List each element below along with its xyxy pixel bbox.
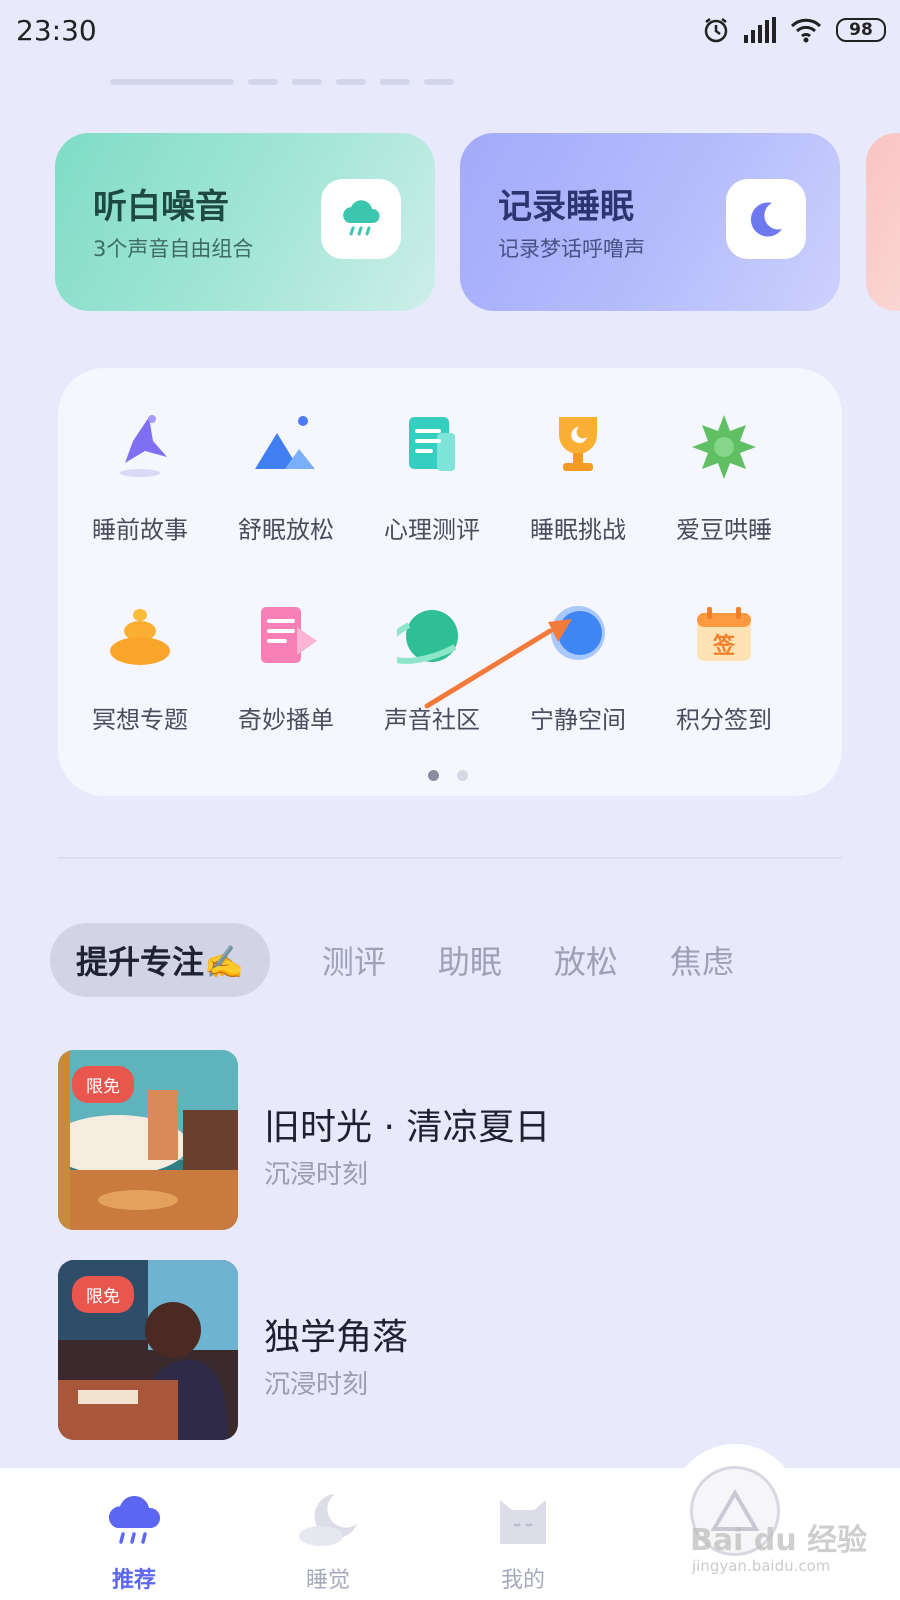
list-item-thumbnail: 限免 (58, 1050, 238, 1230)
nav-label: 睡觉 (305, 1568, 350, 1593)
card-title: 记录睡眠 (498, 187, 634, 227)
quick-item-label: 宁静空间 (530, 706, 626, 734)
quick-item-label: 奇妙播单 (238, 706, 334, 734)
quick-item-sleep-relax[interactable]: 舒眠放松 (213, 406, 359, 545)
tab-anxiety[interactable]: 焦虑 (670, 937, 734, 983)
planet-icon (392, 596, 472, 676)
document-icon (392, 406, 472, 486)
sleep-record-card[interactable]: 记录睡眠 记录梦话呼噜声 (460, 133, 840, 311)
rain-cloud-icon (321, 179, 401, 259)
nav-recommend[interactable]: 推荐 (74, 1490, 194, 1594)
sphere-icon (538, 596, 618, 676)
nav-label: 我的 (500, 1568, 545, 1593)
quick-entry-panel: 睡前故事 舒眠放松 心理测评 睡眠挑战 爱豆哄睡 冥想专题 奇妙播单 声音社区 … (58, 368, 842, 796)
free-badge: 限免 (72, 1066, 134, 1103)
quick-item-points-checkin[interactable]: 签 积分签到 (651, 596, 797, 735)
quick-item-sound-community[interactable]: 声音社区 (359, 596, 505, 735)
tab-focus[interactable]: 提升专注✍️ (50, 923, 270, 997)
quick-item-label: 冥想专题 (92, 706, 188, 734)
quick-entry-page-dots (428, 770, 468, 781)
quick-item-label: 积分签到 (676, 706, 772, 734)
list-item[interactable]: 限免 独学角落 沉浸时刻 (58, 1260, 858, 1440)
list-item-title: 旧时光 · 清凉夏日 (264, 1107, 551, 1148)
quick-item-meditation[interactable]: 冥想专题 (67, 596, 213, 735)
playlist-icon (246, 596, 326, 676)
rain-cloud-icon (108, 1495, 161, 1544)
list-item-title: 独学角落 (264, 1317, 409, 1358)
status-time: 23:30 (16, 14, 97, 47)
watermark-logo: Bai du 经验 (690, 1523, 868, 1558)
moon-cloud-icon (299, 1494, 357, 1546)
star-burst-icon (684, 406, 764, 486)
quick-item-quiet-space[interactable]: 宁静空间 (505, 596, 651, 735)
free-badge: 限免 (72, 1276, 134, 1313)
wifi-icon (790, 18, 822, 43)
checkin-glyph: 签 (712, 633, 736, 659)
quick-item-sleep-challenge[interactable]: 睡眠挑战 (505, 406, 651, 545)
card-subtitle: 3个声音自由组合 (93, 237, 254, 261)
alarm-icon (704, 18, 728, 43)
list-item-subtitle: 沉浸时刻 (264, 1370, 369, 1400)
meditation-stones-icon (100, 596, 180, 676)
divider (58, 857, 842, 859)
white-noise-card[interactable]: 听白噪音 3个声音自由组合 (55, 133, 435, 311)
tab-assessment[interactable]: 测评 (322, 937, 386, 983)
nav-label: 推荐 (111, 1568, 156, 1593)
signal-icon (744, 17, 776, 43)
status-icons: 98 (702, 16, 886, 44)
quick-item-label: 舒眠放松 (238, 516, 334, 544)
mountain-icon (246, 406, 326, 486)
quick-item-playlist[interactable]: 奇妙播单 (213, 596, 359, 735)
quick-item-idol-lullaby[interactable]: 爱豆哄睡 (651, 406, 797, 545)
quick-item-psych-test[interactable]: 心理测评 (359, 406, 505, 545)
status-bar: 23:30 98 (0, 0, 900, 62)
next-card-peek[interactable] (866, 133, 900, 311)
quick-item-label: 声音社区 (384, 706, 480, 734)
nav-mine[interactable]: 我的 (463, 1490, 583, 1594)
calendar-checkin-icon: 签 (684, 596, 764, 676)
list-item[interactable]: 限免 旧时光 · 清凉夏日 沉浸时刻 (58, 1050, 858, 1230)
list-item-thumbnail: 限免 (58, 1260, 238, 1440)
spinning-top-icon (100, 406, 180, 486)
watermark-url: jingyan.baidu.com (692, 1557, 831, 1575)
card-title: 听白噪音 (93, 187, 229, 227)
trophy-icon (538, 406, 618, 486)
banner-indicator (110, 79, 454, 85)
quick-item-label: 爱豆哄睡 (676, 516, 772, 544)
tab-sleep-aid[interactable]: 助眠 (438, 937, 502, 983)
category-tabs: 提升专注✍️ 测评 助眠 放松 焦虑 (50, 922, 786, 998)
cat-icon (500, 1500, 546, 1544)
quick-item-bedtime-story[interactable]: 睡前故事 (67, 406, 213, 545)
tab-relax[interactable]: 放松 (554, 937, 618, 983)
moon-icon (726, 179, 806, 259)
list-item-subtitle: 沉浸时刻 (264, 1160, 369, 1190)
quick-item-label: 心理测评 (384, 516, 480, 544)
quick-item-label: 睡前故事 (92, 516, 188, 544)
quick-item-label: 睡眠挑战 (530, 516, 626, 544)
battery-indicator: 98 (836, 18, 886, 42)
nav-sleep[interactable]: 睡觉 (268, 1490, 388, 1594)
card-subtitle: 记录梦话呼噜声 (498, 237, 645, 261)
